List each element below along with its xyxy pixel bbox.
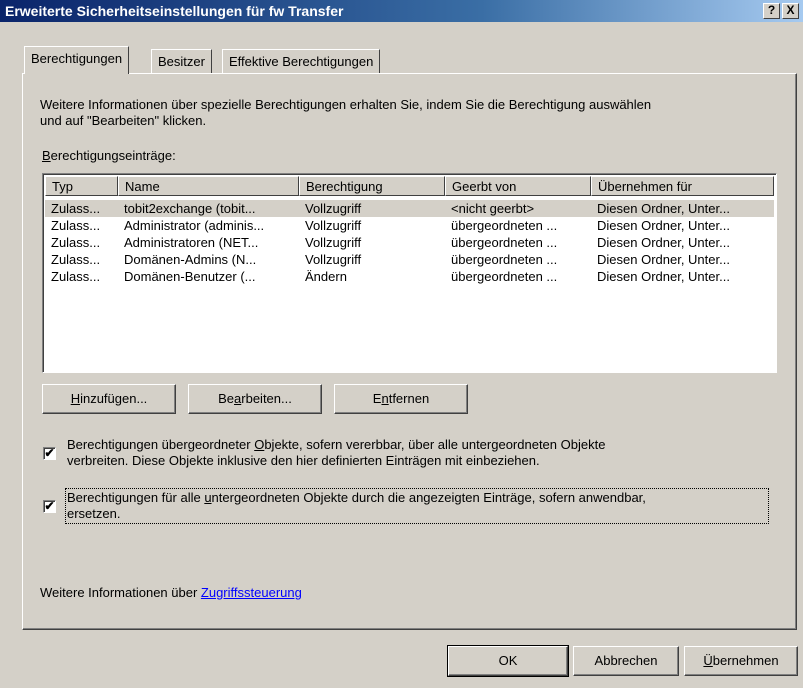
column-header-typ[interactable]: Typ	[45, 176, 118, 196]
cell-geerbt-von: übergeordneten ...	[451, 252, 558, 267]
cell-uebernehmen-fuer: Diesen Ordner, Unter...	[597, 218, 730, 233]
ok-button[interactable]: OK	[447, 645, 569, 677]
cell-name: Domänen-Admins (N...	[124, 252, 257, 267]
cell-name: Administrator (adminis...	[124, 218, 265, 233]
info-text-line2: und auf "Bearbeiten" klicken.	[40, 113, 207, 128]
cell-berechtigung: Vollzugriff	[305, 218, 362, 233]
inherit-permissions-label-line2[interactable]: verbreiten. Diese Objekte inklusive den …	[67, 453, 540, 468]
apply-button[interactable]: Übernehmen	[684, 646, 798, 676]
cell-name: Administratoren (NET...	[124, 235, 259, 250]
tab-besitzer[interactable]: Besitzer	[151, 49, 212, 73]
cb1-accel: O	[254, 437, 265, 452]
list-header: Typ Name Berechtigung Geerbt von Überneh…	[45, 176, 774, 196]
cell-typ: Zulass...	[51, 252, 101, 267]
entries-label-rest: erechtigungseinträge:	[50, 148, 176, 163]
list-row[interactable]: Zulass... Administratoren (NET... Vollzu…	[45, 234, 774, 251]
apply-button-accel: Ü	[703, 653, 713, 668]
edit-button-pre: Be	[218, 391, 235, 406]
cell-berechtigung: Vollzugriff	[305, 235, 362, 250]
replace-permissions-label-line1[interactable]: Berechtigungen für alle untergeordneten …	[67, 490, 646, 505]
cell-uebernehmen-fuer: Diesen Ordner, Unter...	[597, 252, 730, 267]
remove-button[interactable]: Entfernen	[334, 384, 468, 414]
remove-button-accel: n	[381, 391, 389, 406]
cell-geerbt-von: übergeordneten ...	[451, 235, 558, 250]
replace-permissions-checkbox[interactable]: ✔	[43, 500, 56, 513]
cell-geerbt-von: übergeordneten ...	[451, 218, 558, 233]
apply-button-rest: bernehmen	[712, 653, 779, 668]
cell-typ: Zulass...	[51, 218, 101, 233]
cell-berechtigung: Vollzugriff	[305, 201, 362, 216]
access-control-link[interactable]: Zugriffssteuerung	[201, 585, 302, 600]
close-button[interactable]: X	[782, 3, 799, 19]
tab-berechtigungen[interactable]: Berechtigungen	[24, 46, 130, 74]
edit-button[interactable]: Bearbeiten...	[188, 384, 322, 414]
window-title: Erweiterte Sicherheitseinstellungen für …	[5, 3, 344, 19]
more-info-prefix: Weitere Informationen über	[40, 585, 201, 600]
title-bar: Erweiterte Sicherheitseinstellungen für …	[0, 0, 803, 22]
inherit-permissions-label-line1[interactable]: Berechtigungen übergeordneter Objekte, s…	[67, 437, 605, 452]
column-header-name[interactable]: Name	[118, 176, 299, 196]
cell-typ: Zulass...	[51, 235, 101, 250]
cb1-pre: Berechtigungen übergeordneter	[67, 437, 255, 452]
cell-name: tobit2exchange (tobit...	[124, 201, 256, 216]
inherit-permissions-checkbox[interactable]: ✔	[43, 447, 56, 460]
column-header-berechtigung[interactable]: Berechtigung	[299, 176, 445, 196]
edit-button-rest: rbeiten...	[241, 391, 292, 406]
cell-berechtigung: Ändern	[305, 269, 347, 284]
cell-berechtigung: Vollzugriff	[305, 252, 362, 267]
cancel-button[interactable]: Abbrechen	[573, 646, 679, 676]
column-header-geerbt-von[interactable]: Geerbt von	[445, 176, 591, 196]
column-header-uebernehmen-fuer[interactable]: Übernehmen für	[591, 176, 774, 196]
add-button-accel: H	[70, 391, 81, 406]
remove-button-rest: tfernen	[388, 391, 430, 406]
cell-uebernehmen-fuer: Diesen Ordner, Unter...	[597, 269, 730, 284]
cb2-rest: ntergeordneten Objekte durch die angezei…	[211, 490, 646, 505]
cell-uebernehmen-fuer: Diesen Ordner, Unter...	[597, 201, 730, 216]
list-row[interactable]: Zulass... Domänen-Admins (N... Vollzugri…	[45, 251, 774, 268]
cell-geerbt-von: <nicht geerbt>	[451, 201, 535, 216]
more-info-text: Weitere Informationen über Zugriffssteue…	[40, 585, 302, 600]
permission-entries-list[interactable]: Typ Name Berechtigung Geerbt von Überneh…	[42, 173, 777, 373]
cb2-pre: Berechtigungen für alle	[67, 490, 205, 505]
replace-permissions-label-line2[interactable]: ersetzen.	[67, 506, 120, 521]
info-text-line1: Weitere Informationen über spezielle Ber…	[40, 97, 652, 112]
list-row[interactable]: Zulass... tobit2exchange (tobit... Vollz…	[45, 200, 774, 217]
add-button[interactable]: Hinzufügen...	[42, 384, 176, 414]
cb2-accel: u	[204, 490, 212, 505]
help-button[interactable]: ?	[763, 3, 780, 19]
cell-typ: Zulass...	[51, 201, 101, 216]
cell-name: Domänen-Benutzer (...	[124, 269, 256, 284]
cell-uebernehmen-fuer: Diesen Ordner, Unter...	[597, 235, 730, 250]
add-button-rest: inzufügen...	[80, 391, 148, 406]
tab-effektive-berechtigungen[interactable]: Effektive Berechtigungen	[222, 49, 381, 73]
cell-typ: Zulass...	[51, 269, 101, 284]
entries-label: Berechtigungseinträge:	[42, 148, 176, 163]
entries-label-accel: B	[42, 148, 51, 163]
cell-geerbt-von: übergeordneten ...	[451, 269, 558, 284]
list-row[interactable]: Zulass... Domänen-Benutzer (... Ändern ü…	[45, 268, 774, 285]
cb1-rest: bjekte, sofern vererbbar, über alle unte…	[264, 437, 606, 452]
list-row[interactable]: Zulass... Administrator (adminis... Voll…	[45, 217, 774, 234]
